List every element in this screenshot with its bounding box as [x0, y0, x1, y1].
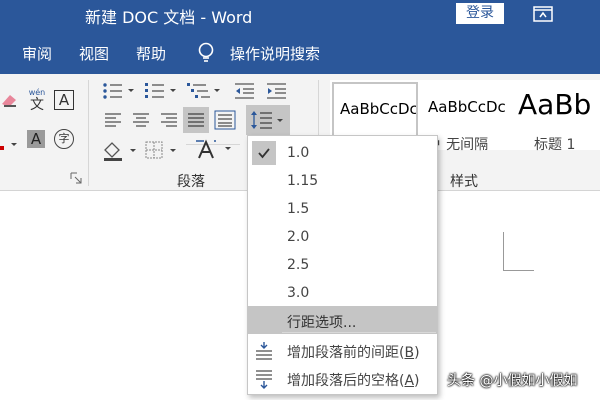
- align-center-icon[interactable]: [132, 112, 150, 128]
- phonetic-guide-icon[interactable]: wén 文: [27, 88, 47, 112]
- chevron-down-icon[interactable]: [9, 139, 19, 149]
- font-color-swatch: [0, 146, 4, 150]
- justify-button[interactable]: [183, 107, 209, 133]
- distributed-icon[interactable]: [214, 110, 236, 130]
- accelerator-key: A: [404, 373, 415, 389]
- ribbon-display-options-icon[interactable]: [532, 6, 554, 22]
- borders-icon[interactable]: [144, 140, 180, 162]
- asian-layout-icon[interactable]: [195, 138, 239, 162]
- menu-item-label: 1.0: [287, 145, 310, 161]
- menu-item-1-5[interactable]: 1.5: [248, 195, 437, 223]
- menu-item-2-5[interactable]: 2.5: [248, 251, 437, 279]
- menu-item-label: 增加段落后的空格(A): [287, 370, 420, 390]
- checkmark-box: [252, 141, 276, 165]
- menu-item-label: 1.5: [287, 201, 310, 217]
- spacer: [70, 172, 71, 173]
- dialog-launcher-icon[interactable]: [70, 172, 82, 184]
- checkmark-icon: [258, 148, 270, 159]
- line-spacing-menu: 1.0 1.15 1.5 2.0 2.5 3.0 行距选项... 增加段落前的间…: [247, 135, 438, 395]
- tab-help[interactable]: 帮助: [136, 43, 166, 64]
- line-spacing-button[interactable]: [246, 105, 290, 135]
- menu-item-label: 2.5: [287, 257, 310, 273]
- character-shading-icon[interactable]: A: [27, 130, 45, 148]
- multilevel-list-icon[interactable]: [186, 82, 222, 100]
- clear-formatting-icon[interactable]: [0, 90, 20, 110]
- menu-item-line-spacing-options[interactable]: 行距选项...: [248, 306, 437, 334]
- style-sample: AaBbCcDc: [340, 100, 416, 118]
- align-right-icon[interactable]: [160, 112, 178, 128]
- document-title: 新建 DOC 文档 - Word: [85, 8, 253, 27]
- paragraph-group-label: 段落: [177, 174, 205, 190]
- menu-item-3-0[interactable]: 3.0: [248, 279, 437, 307]
- enclose-characters-icon[interactable]: 字: [54, 129, 74, 149]
- watermark: 头条 @小假如小假如: [447, 373, 578, 389]
- bullets-icon[interactable]: [102, 82, 136, 100]
- style-heading-1[interactable]: AaBb 标题 1: [512, 82, 600, 153]
- shading-icon[interactable]: [102, 140, 138, 162]
- label-text: 增加段落前的间距(: [287, 345, 405, 361]
- menu-item-2-0[interactable]: 2.0: [248, 223, 437, 251]
- label-close: ): [414, 345, 420, 361]
- increase-indent-icon[interactable]: [266, 82, 288, 100]
- page-corner-mark: [503, 232, 534, 271]
- character-border-icon[interactable]: A: [54, 90, 74, 110]
- numbering-icon[interactable]: [144, 82, 178, 100]
- menu-item-add-space-before[interactable]: 增加段落前的间距(B): [248, 336, 437, 364]
- menu-item-label: 增加段落前的间距(B): [287, 342, 420, 362]
- menu-item-1-15[interactable]: 1.15: [248, 167, 437, 195]
- group-separator: [88, 80, 89, 186]
- style-name: ↵ 无间隔: [430, 137, 489, 153]
- menu-separator: [282, 332, 436, 333]
- ribbon-tabs: 审阅 视图 帮助 操作说明搜索: [0, 30, 600, 74]
- menu-item-add-space-after[interactable]: 增加段落后的空格(A): [248, 364, 437, 392]
- style-sample: AaBb: [518, 88, 592, 121]
- style-sample: AaBbCcDc: [428, 98, 506, 116]
- tab-view[interactable]: 视图: [79, 43, 109, 64]
- add-space-after-icon: [256, 370, 272, 389]
- menu-item-label: 3.0: [287, 285, 310, 301]
- label-text: 增加段落后的空格(: [287, 373, 405, 389]
- menu-item-label: 1.15: [287, 173, 319, 189]
- menu-item-label: 2.0: [287, 229, 310, 245]
- accelerator-key: B: [404, 345, 415, 361]
- align-left-icon[interactable]: [104, 112, 122, 128]
- decrease-indent-icon[interactable]: [234, 82, 256, 100]
- styles-group-label: 样式: [450, 174, 478, 190]
- tab-review[interactable]: 审阅: [22, 43, 52, 64]
- tell-me-search[interactable]: 操作说明搜索: [230, 43, 320, 64]
- menu-item-label: 行距选项...: [287, 315, 357, 331]
- style-name: 标题 1: [534, 137, 576, 153]
- login-button[interactable]: 登录: [456, 3, 504, 24]
- lightbulb-icon[interactable]: [196, 41, 216, 65]
- justify-icon: [188, 113, 204, 127]
- menu-item-1-0[interactable]: 1.0: [248, 139, 437, 167]
- phonetic-guide-char: 文: [30, 97, 44, 113]
- label-close: ): [414, 373, 420, 389]
- add-space-before-icon: [256, 342, 272, 360]
- title-bar: 新建 DOC 文档 - Word 登录: [0, 0, 600, 30]
- line-spacing-icon: [251, 111, 283, 129]
